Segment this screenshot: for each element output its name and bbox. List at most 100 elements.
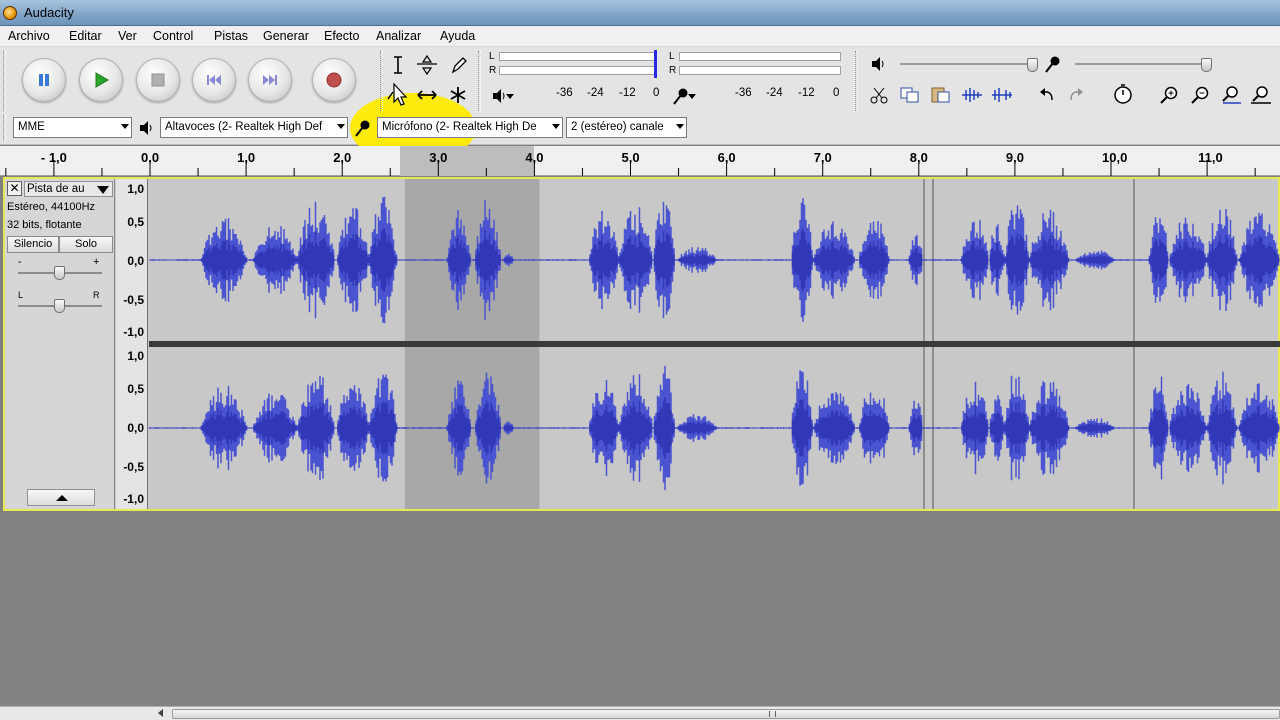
trim-button[interactable]	[959, 83, 985, 107]
timeline-ruler[interactable]: - 1,0 0,0 1,0 2,0 3,0 4,0 5,0 6,0 7,0 8,0 9,0 10,0 1…	[0, 146, 1280, 176]
output-volume-icon	[866, 52, 892, 76]
ruler-label: 11,0	[1198, 150, 1223, 165]
selection-tool[interactable]	[384, 52, 412, 78]
scrollbar-thumb[interactable]	[172, 709, 1280, 719]
vruler-bot-1: 1,0	[127, 349, 144, 363]
record-icon	[326, 72, 342, 88]
horizontal-scrollbar[interactable]	[0, 706, 1280, 720]
multi-tool-icon	[450, 87, 466, 103]
mute-button[interactable]: Silencio	[7, 236, 59, 253]
microphone-icon	[673, 88, 696, 105]
zoom-in-button[interactable]	[1156, 83, 1182, 107]
vruler-top-m1: -1,0	[123, 325, 144, 339]
multi-tool[interactable]	[444, 82, 472, 108]
input-device-select[interactable]: Micrófono (2- Realtek High De	[377, 117, 563, 138]
record-meter-left	[679, 52, 841, 61]
cut-button[interactable]	[866, 83, 892, 107]
draw-tool[interactable]	[444, 52, 472, 78]
sync-lock-button[interactable]	[1110, 82, 1136, 106]
track-name-menu[interactable]: Pista de au	[24, 181, 113, 197]
envelope-tool[interactable]	[413, 52, 441, 78]
vruler-top-1: 1,0	[127, 182, 144, 196]
menu-control[interactable]: Control	[153, 29, 193, 43]
toolbar-separator	[380, 51, 383, 111]
paste-button[interactable]	[928, 83, 954, 107]
close-track-button[interactable]: ✕	[7, 181, 22, 196]
empty-track-area[interactable]	[0, 512, 1280, 706]
pan-left-label: L	[18, 290, 24, 300]
skip-start-icon	[207, 75, 221, 85]
microphone-device-icon	[355, 120, 370, 137]
scroll-left-icon[interactable]	[158, 709, 163, 717]
channels-select[interactable]: 2 (estéreo) canale	[566, 117, 687, 138]
solo-button[interactable]: Solo	[59, 236, 113, 253]
fit-project-button[interactable]	[1248, 83, 1274, 107]
waveform-display[interactable]	[149, 179, 1280, 509]
gain-slider-thumb[interactable]	[54, 266, 65, 280]
host-select[interactable]: MME	[13, 117, 132, 138]
ruler-label: 6,0	[717, 150, 736, 165]
play-button[interactable]	[79, 58, 123, 102]
ruler-label: 9,0	[1005, 150, 1024, 165]
pause-button[interactable]	[22, 58, 66, 102]
pan-slider-thumb[interactable]	[54, 299, 65, 313]
zoom-tool[interactable]	[384, 82, 412, 108]
pencil-icon	[451, 57, 467, 74]
timeshift-tool[interactable]	[413, 82, 441, 108]
vertical-ruler: 1,0 0,5 0,0 -0,5 -1,0 1,0 0,5 0,0 -0,5 -…	[116, 179, 148, 509]
menu-pistas[interactable]: Pistas	[214, 29, 248, 43]
input-volume-track[interactable]	[1075, 63, 1211, 65]
zoom-out-button[interactable]	[1187, 83, 1213, 107]
menu-bar: Archivo Editar Ver Control Pistas Genera…	[0, 26, 1280, 47]
ruler-label: 7,0	[813, 150, 832, 165]
collapse-track-button[interactable]	[27, 489, 95, 506]
close-icon: ✕	[9, 181, 20, 195]
menu-ayuda[interactable]: Ayuda	[440, 29, 475, 43]
redo-button[interactable]	[1063, 83, 1089, 107]
record-button[interactable]	[312, 58, 356, 102]
menu-editar[interactable]: Editar	[69, 29, 102, 43]
microphone-small-icon	[1045, 56, 1060, 73]
menu-archivo[interactable]: Archivo	[8, 29, 50, 43]
output-device-select[interactable]: Altavoces (2- Realtek High Def	[160, 117, 348, 138]
menu-efecto[interactable]: Efecto	[324, 29, 359, 43]
ibeam-icon	[394, 56, 402, 74]
timeshift-icon	[417, 90, 437, 100]
vruler-bot-0: 0,0	[127, 421, 144, 435]
chevron-down-icon	[552, 124, 560, 129]
chevron-down-icon	[337, 124, 345, 129]
record-scale-24: -24	[766, 87, 783, 99]
playback-meter-right	[499, 66, 657, 75]
menu-ver[interactable]: Ver	[118, 29, 137, 43]
cursor-arrow-icon	[387, 82, 408, 106]
audio-track[interactable]: ✕ Pista de au Estéreo, 44100Hz 32 bits, …	[3, 177, 1280, 511]
zoom-out-icon	[1191, 86, 1209, 104]
output-volume-thumb[interactable]	[1027, 58, 1038, 72]
undo-button[interactable]	[1034, 83, 1060, 107]
gain-minus-label: -	[18, 256, 22, 268]
copy-button[interactable]	[897, 83, 923, 107]
silence-button[interactable]	[989, 83, 1015, 107]
track-control-panel: ✕ Pista de au Estéreo, 44100Hz 32 bits, …	[5, 179, 115, 509]
record-scale-0: 0	[833, 87, 840, 99]
ruler-label: 4,0	[525, 150, 544, 165]
output-device-icon	[134, 116, 160, 140]
playback-meter-button[interactable]	[490, 84, 516, 108]
menu-generar[interactable]: Generar	[263, 29, 309, 43]
fit-selection-button[interactable]	[1218, 83, 1244, 107]
skip-start-button[interactable]	[192, 58, 236, 102]
menu-analizar[interactable]: Analizar	[376, 29, 421, 43]
input-volume-thumb[interactable]	[1201, 58, 1212, 72]
ruler-label: 1,0	[237, 150, 256, 165]
input-device-icon	[351, 116, 377, 140]
playback-meter-peak	[654, 50, 657, 78]
toolbar-grip	[3, 51, 6, 111]
skip-end-button[interactable]	[248, 58, 292, 102]
record-scale-12: -12	[798, 87, 815, 99]
ruler-label: 0,0	[141, 150, 160, 165]
scissors-icon	[870, 87, 888, 104]
stop-button[interactable]	[136, 58, 180, 102]
gain-plus-label: +	[93, 256, 100, 268]
record-meter-button[interactable]	[671, 84, 697, 108]
output-volume-track[interactable]	[900, 63, 1036, 65]
